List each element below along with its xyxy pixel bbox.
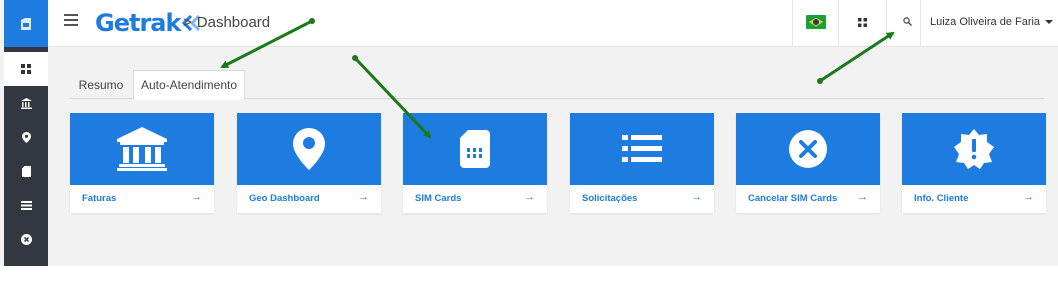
breadcrumb-current: Dashboard — [196, 14, 271, 31]
tab-label: Resumo — [78, 77, 124, 92]
arrow-right-icon: → — [358, 191, 369, 203]
sim-card-icon — [21, 17, 31, 30]
card-header — [70, 113, 214, 185]
user-name: Luiza Oliveira de Faria — [930, 16, 1041, 28]
card-label: Solicitações — [582, 193, 638, 204]
tab-auto-atendimento[interactable]: Auto-Atendimento — [133, 70, 245, 100]
tab-resumo[interactable]: Resumo — [70, 70, 132, 99]
user-menu[interactable]: Luiza Oliveira de Faria — [930, 16, 1054, 28]
card-label: Geo Dashboard — [249, 193, 320, 204]
logo-text: Getrak — [95, 9, 181, 37]
card-label: Cancelar SIM Cards — [748, 193, 838, 204]
divider — [920, 0, 921, 47]
breadcrumb: > Dashboard — [183, 14, 270, 31]
menu-toggle-icon[interactable] — [64, 14, 78, 28]
arrow-right-icon: → — [1023, 191, 1034, 203]
card-header — [736, 113, 880, 185]
arrow-right-icon: → — [857, 191, 868, 203]
divider — [838, 0, 839, 47]
sim-card-icon — [460, 130, 490, 168]
search-icon[interactable] — [903, 17, 912, 26]
card-cancelar-sim-cards[interactable]: Cancelar SIM Cards → — [736, 113, 880, 213]
dashboard-icon — [21, 64, 31, 74]
card-header — [902, 113, 1046, 185]
app: Getrak > Dashboard Luiza Oliveira de Far… — [0, 0, 1058, 266]
bank-icon — [20, 97, 32, 109]
card-header — [237, 113, 381, 185]
sidebar-item-dashboard[interactable] — [4, 52, 48, 86]
divider — [886, 0, 887, 47]
arrow-right-icon: → — [524, 191, 535, 203]
card-label: Faturas — [82, 193, 117, 204]
sidebar-item-cancelar[interactable] — [4, 222, 48, 256]
card-sim-cards[interactable]: SIM Cards → — [403, 113, 547, 213]
arrow-right-icon: → — [691, 191, 702, 203]
list-icon — [20, 200, 32, 210]
sidebar-item-simcards[interactable] — [4, 154, 48, 188]
card-faturas[interactable]: Faturas → — [70, 113, 214, 213]
cancel-circle-icon — [789, 130, 827, 168]
arrow-right-icon: → — [191, 191, 202, 203]
sim-card-icon — [21, 165, 31, 177]
card-label: SIM Cards — [415, 193, 462, 204]
sidebar-item-geo[interactable] — [4, 120, 48, 154]
sidebar-item-solicitacoes[interactable] — [4, 188, 48, 222]
card-solicitacoes[interactable]: Solicitações → — [570, 113, 714, 213]
card-label: Info. Cliente — [914, 193, 969, 204]
sidebar — [4, 0, 48, 266]
cancel-circle-icon — [20, 233, 32, 245]
map-pin-icon — [293, 128, 325, 170]
sidebar-logo[interactable] — [4, 0, 48, 47]
tab-bar: Resumo Auto-Atendimento — [70, 70, 1044, 100]
tab-label: Auto-Atendimento — [140, 78, 238, 92]
bank-icon — [117, 127, 167, 171]
alert-badge-icon — [954, 129, 994, 169]
card-header — [570, 113, 714, 185]
card-info-cliente[interactable]: Info. Cliente → — [902, 113, 1046, 213]
topbar: Getrak > Dashboard Luiza Oliveira de Far… — [48, 0, 1058, 47]
sidebar-item-bank[interactable] — [4, 86, 48, 120]
list-icon — [622, 135, 662, 162]
divider — [792, 0, 793, 47]
card-header — [403, 113, 547, 185]
map-pin-icon — [21, 131, 31, 143]
breadcrumb-separator: > — [183, 14, 192, 31]
apps-grid-icon[interactable] — [858, 18, 867, 27]
card-geo-dashboard[interactable]: Geo Dashboard → — [237, 113, 381, 213]
brazil-flag-icon[interactable] — [806, 15, 826, 29]
chevron-down-icon — [1045, 20, 1054, 24]
